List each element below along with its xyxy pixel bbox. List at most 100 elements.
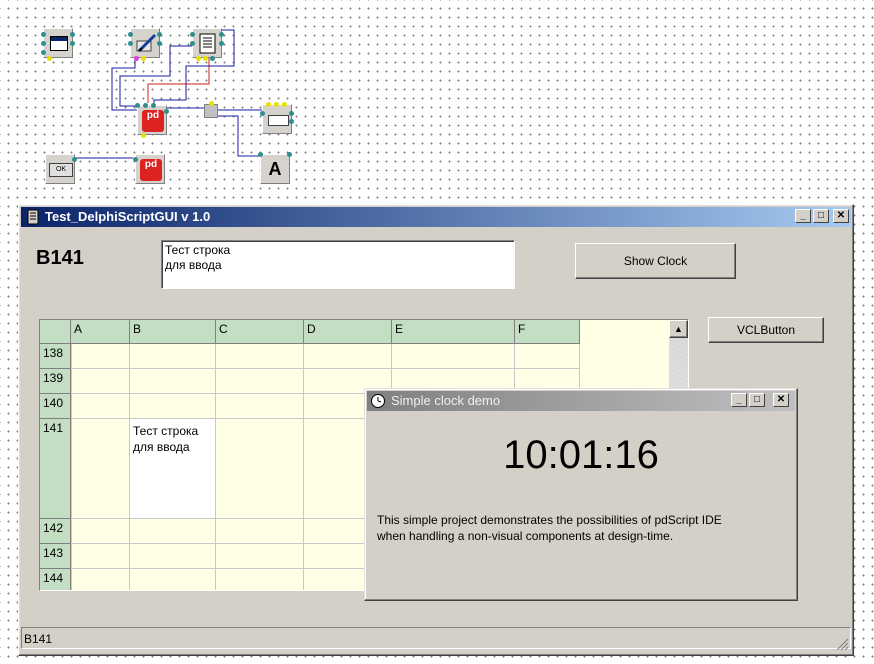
maximize-button[interactable]: □ <box>813 209 829 223</box>
clock-window: Simple clock demo _ □ ✕ 10:01:16 This si… <box>364 388 798 601</box>
status-bar: B141 <box>21 627 851 649</box>
pin[interactable] <box>219 41 224 46</box>
description-line: when handling a non-visual components at… <box>377 529 674 543</box>
column-header[interactable]: F <box>515 320 580 344</box>
row-header[interactable]: 144 <box>40 569 71 590</box>
resize-grip-icon[interactable] <box>835 637 849 651</box>
label-glyph: A <box>268 159 282 179</box>
grid-line <box>303 344 304 590</box>
column-header[interactable]: E <box>392 320 515 344</box>
pin[interactable] <box>128 41 133 46</box>
pin[interactable] <box>143 103 148 108</box>
app-icon <box>27 209 39 225</box>
main-window-title: Test_DelphiScriptGUI v 1.0 <box>45 209 211 224</box>
pdscript-component-icon-2[interactable]: pd <box>133 154 165 184</box>
clock-description: This simple project demonstrates the pos… <box>377 512 722 544</box>
status-text: B141 <box>24 632 53 646</box>
pin[interactable] <box>141 133 146 138</box>
pin[interactable] <box>190 32 195 37</box>
pin[interactable] <box>128 32 133 37</box>
edit-component-icon[interactable] <box>260 102 294 134</box>
row-header[interactable]: 138 <box>40 344 71 369</box>
clock-window-title: Simple clock demo <box>391 393 501 408</box>
clock-maximize-button[interactable]: □ <box>749 393 765 407</box>
row-header[interactable]: 139 <box>40 369 71 394</box>
pdscript-icon: pd <box>142 110 164 132</box>
pin[interactable] <box>210 56 215 61</box>
grid-line <box>215 344 216 590</box>
cell-line: для ввода <box>133 440 190 454</box>
memo-line: для ввода <box>165 258 222 272</box>
minimize-button[interactable]: _ <box>795 209 811 223</box>
pin[interactable] <box>134 56 139 61</box>
main-window: Test_DelphiScriptGUI v 1.0 _ □ ✕ B141 Те… <box>18 204 854 656</box>
column-header[interactable]: B <box>130 320 216 344</box>
row-header[interactable]: 140 <box>40 394 71 419</box>
pin[interactable] <box>258 152 263 157</box>
ok-glyph: OK <box>49 163 73 177</box>
row-header[interactable]: 142 <box>40 519 71 544</box>
pin[interactable] <box>190 41 195 46</box>
pin[interactable] <box>289 119 294 124</box>
pin[interactable] <box>141 56 146 61</box>
clock-titlebar[interactable]: Simple clock demo _ □ ✕ <box>367 391 795 411</box>
ok-button-component-icon[interactable]: OK <box>45 154 77 184</box>
pdscript-component-icon[interactable]: pd <box>135 103 169 138</box>
pin[interactable] <box>282 102 287 107</box>
pin[interactable] <box>274 102 279 107</box>
pin[interactable] <box>133 157 138 162</box>
form-glyph <box>50 36 68 51</box>
pin[interactable] <box>287 152 292 157</box>
column-header[interactable]: D <box>304 320 392 344</box>
close-button[interactable]: ✕ <box>833 209 849 223</box>
main-titlebar[interactable]: Test_DelphiScriptGUI v 1.0 _ □ ✕ <box>21 207 851 227</box>
clock-icon <box>371 394 385 408</box>
label-component-icon[interactable]: A <box>258 152 292 184</box>
pen-icon <box>136 33 157 53</box>
pin[interactable] <box>157 32 162 37</box>
pin[interactable] <box>196 56 201 61</box>
pin[interactable] <box>157 41 162 46</box>
description-line: This simple project demonstrates the pos… <box>377 513 722 527</box>
pin[interactable] <box>209 101 214 106</box>
grid-corner <box>40 320 71 344</box>
row-header[interactable]: 141 <box>40 419 71 519</box>
pin[interactable] <box>266 102 271 107</box>
pin[interactable] <box>41 32 46 37</box>
show-clock-button[interactable]: Show Clock <box>575 243 736 279</box>
clock-time: 10:01:16 <box>503 433 659 477</box>
script-editor-component-icon[interactable] <box>128 28 162 61</box>
memo-component-icon[interactable] <box>190 28 224 61</box>
row-header[interactable]: 143 <box>40 544 71 569</box>
pdscript-icon: pd <box>140 159 162 181</box>
form-component-icon[interactable] <box>41 28 75 61</box>
document-icon <box>199 33 216 54</box>
column-header[interactable]: A <box>71 320 130 344</box>
edit-glyph <box>268 115 289 126</box>
pin[interactable] <box>289 111 294 116</box>
scroll-up-arrow-icon[interactable]: ▲ <box>669 320 688 338</box>
column-header[interactable]: C <box>216 320 304 344</box>
grid-line <box>71 368 580 369</box>
grid-cell-b141[interactable]: Тест строка для ввода <box>130 419 215 518</box>
clock-close-button[interactable]: ✕ <box>773 393 789 407</box>
pin[interactable] <box>70 32 75 37</box>
timer-component-icon[interactable] <box>204 101 218 118</box>
pin[interactable] <box>203 56 208 61</box>
pin[interactable] <box>47 56 52 61</box>
wire-timer-to-label <box>218 115 260 157</box>
pin[interactable] <box>72 157 77 162</box>
pin[interactable] <box>41 41 46 46</box>
pin[interactable] <box>164 109 169 114</box>
pin[interactable] <box>70 41 75 46</box>
clock-minimize-button[interactable]: _ <box>731 393 747 407</box>
memo-input[interactable]: Тест строка для ввода <box>161 240 515 289</box>
pin[interactable] <box>41 50 46 55</box>
memo-line: Тест строка <box>165 243 231 257</box>
pin[interactable] <box>260 111 265 116</box>
pin[interactable] <box>151 103 156 108</box>
pin[interactable] <box>219 32 224 37</box>
wire-memo-red <box>147 57 210 103</box>
vcl-button[interactable]: VCLButton <box>708 317 824 343</box>
pin[interactable] <box>135 103 140 108</box>
